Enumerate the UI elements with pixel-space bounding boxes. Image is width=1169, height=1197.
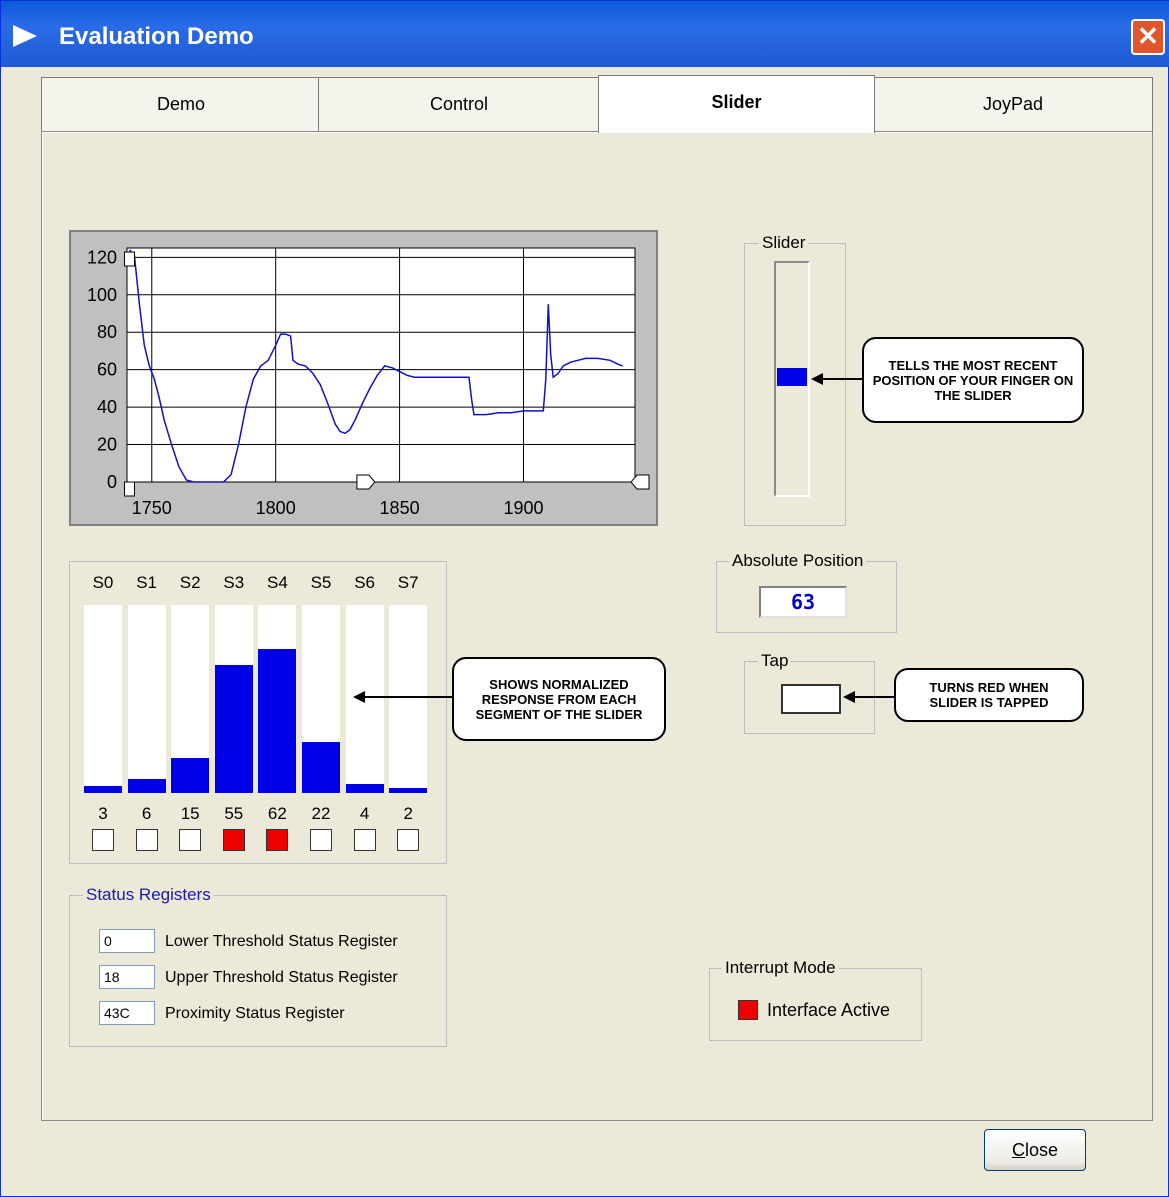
segment-value: 62 — [267, 804, 287, 823]
chart-y-tick-label: 0 — [107, 472, 117, 492]
segment-value: 3 — [98, 804, 108, 823]
slider-history-chart: 0 20 40 60 80 100 120 1750 1800 1850 1900 — [69, 230, 658, 526]
window: Evaluation Demo ✕ Demo Control Slider Jo… — [0, 0, 1169, 1197]
segment-label: S3 — [223, 573, 245, 592]
segment-touch-indicator — [397, 829, 420, 851]
segment-touch-indicator — [353, 829, 376, 851]
segment-bar — [84, 786, 122, 793]
interface-active-label: Interface Active — [767, 1000, 891, 1020]
tab-control[interactable]: Control — [318, 77, 600, 131]
segment-bar-track — [171, 605, 210, 793]
chart-plot-area — [127, 248, 635, 482]
status-registers-title: Status Registers — [83, 885, 214, 905]
segment-bar-track — [127, 605, 166, 793]
segment-bar-track — [258, 605, 297, 793]
chart-y-tick-label: 60 — [97, 360, 117, 380]
chart-y-tick-label: 20 — [97, 435, 117, 455]
tap-callout: TURNS RED WHEN SLIDER IS TAPPED — [894, 668, 1084, 722]
tab-demo[interactable]: Demo — [41, 77, 321, 131]
segment-touch-indicator — [310, 829, 332, 851]
segment-bar — [389, 788, 428, 793]
segment-value: 15 — [180, 804, 200, 823]
lower-threshold-label: Lower Threshold Status Register — [165, 933, 398, 950]
segment-value: 2 — [403, 804, 413, 823]
segment-bar — [127, 779, 166, 793]
segment-bar — [258, 649, 297, 793]
app-logo-icon — [13, 25, 37, 47]
segment-value: 6 — [141, 804, 152, 823]
segment-label: S0 — [92, 573, 114, 592]
absolute-position-title: Absolute Position — [729, 551, 867, 571]
segment-touch-indicator — [222, 829, 245, 851]
chart-y-tick-label: 40 — [97, 397, 117, 417]
segment-value: 55 — [224, 804, 244, 823]
close-window-button[interactable]: ✕ — [1131, 19, 1165, 55]
segment-touch-indicator — [135, 829, 158, 851]
slider-callout-arrow — [811, 373, 863, 385]
slider-callout: TELLS THE MOST RECENT POSITION OF YOUR F… — [862, 337, 1084, 423]
close-button-label: Close — [1011, 1140, 1059, 1160]
close-button[interactable]: Close — [984, 1129, 1086, 1171]
segment-label: S6 — [354, 573, 375, 592]
chart-x-tick-label: 1850 — [380, 498, 420, 518]
chart-y-tick-label: 80 — [97, 322, 117, 342]
upper-threshold-field[interactable]: 18 — [99, 965, 155, 989]
chart-x-tick-label: 1750 — [132, 498, 172, 518]
tap-callout-arrow — [843, 691, 895, 703]
segments-callout-arrow — [353, 691, 456, 703]
tap-indicator — [781, 684, 841, 714]
chart-y-tick-label: 100 — [87, 285, 117, 305]
segment-bar — [345, 784, 384, 793]
segment-touch-indicator — [92, 829, 114, 851]
segment-bar-track — [302, 605, 340, 793]
upper-threshold-label: Upper Threshold Status Register — [165, 969, 398, 986]
chart-cursor-handle — [123, 481, 135, 497]
segment-label: S4 — [266, 573, 288, 592]
chart-svg: 0 20 40 60 80 100 120 1750 1800 1850 1900 — [87, 247, 650, 518]
segment-label: S2 — [179, 573, 201, 592]
window-title: Evaluation Demo — [59, 23, 254, 50]
segment-label: S7 — [397, 573, 419, 592]
segment-touch-indicator — [266, 829, 289, 851]
chart-y-tick-label: 120 — [87, 247, 117, 267]
segment-bar — [302, 742, 340, 793]
segment-bar — [214, 665, 253, 793]
segment-bar-track — [84, 605, 122, 793]
chart-cursor-handle — [123, 251, 135, 267]
segment-value: 4 — [359, 804, 370, 823]
slider-position-indicator — [777, 368, 807, 386]
proximity-label: Proximity Status Register — [165, 1005, 345, 1022]
segment-value: 22 — [311, 804, 331, 823]
lower-threshold-field[interactable]: 0 — [99, 929, 155, 953]
proximity-field[interactable]: 43C — [99, 1001, 155, 1025]
slider-group-title: Slider — [759, 233, 809, 253]
interface-active-indicator — [738, 1000, 758, 1020]
chart-x-tick-label: 1800 — [256, 498, 296, 518]
tap-group-title: Tap — [758, 651, 792, 671]
segment-bar-track — [214, 605, 253, 793]
slider-track[interactable] — [774, 261, 810, 497]
tab-slider[interactable]: Slider — [598, 75, 875, 133]
segment-touch-indicator — [179, 829, 202, 851]
title-bar: Evaluation Demo ✕ — [1, 1, 1169, 67]
segment-label: S1 — [136, 573, 157, 592]
chart-x-tick-label: 1900 — [503, 498, 543, 518]
segment-label: S5 — [310, 573, 332, 592]
segment-bar — [171, 758, 210, 793]
interrupt-mode-title: Interrupt Mode — [722, 958, 839, 978]
absolute-position-value: 63 — [759, 586, 847, 618]
tab-joypad[interactable]: JoyPad — [873, 77, 1153, 131]
segments-callout: SHOWS NORMALIZED RESPONSE FROM EACH SEGM… — [452, 657, 666, 741]
